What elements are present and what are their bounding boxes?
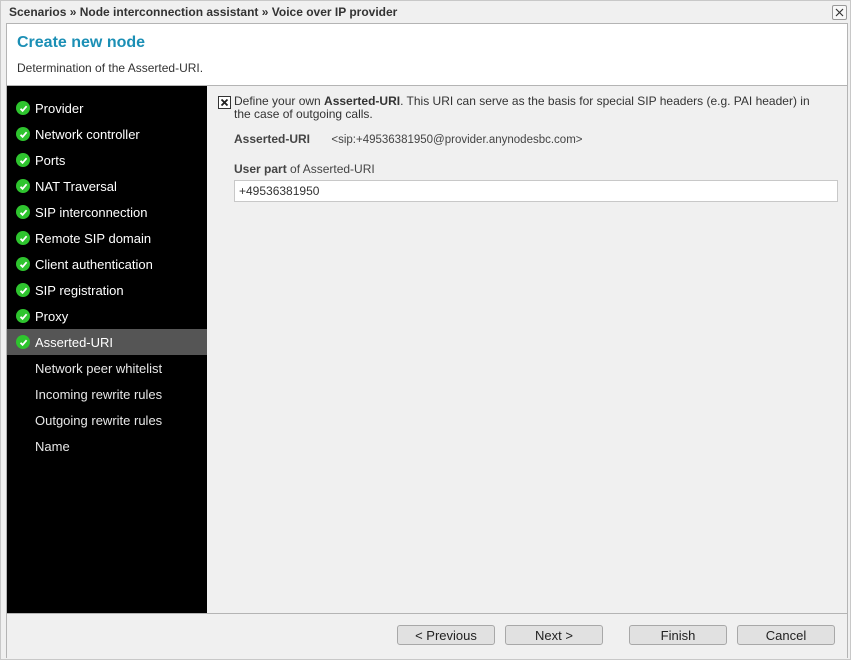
finish-button[interactable]: Finish [629,625,727,645]
asserted-uri-row: Asserted-URI <sip:+49536381950@provider.… [234,132,583,146]
sidebar-item-network-peer-whitelist[interactable]: Network peer whitelist [7,355,207,381]
sidebar-item-label: Ports [35,152,66,168]
step-content: Define your own Asserted-URI. This URI c… [207,86,847,613]
close-icon [835,8,844,17]
sidebar-item-incoming-rewrite-rules[interactable]: Incoming rewrite rules [7,381,207,407]
close-button[interactable] [832,5,847,20]
checkbox-label-prefix: Define your own [234,94,325,108]
sidebar-item-label: Incoming rewrite rules [35,386,163,402]
sidebar-item-label: NAT Traversal [35,178,117,194]
asserted-uri-value: <sip:+49536381950@provider.anynodesbc.co… [331,134,583,146]
sidebar-item-name[interactable]: Name [7,433,207,459]
check-circle-icon [16,205,30,219]
page-subtitle: Determination of the Asserted-URI. [17,61,204,75]
check-circle-icon [16,179,30,193]
breadcrumb: Scenarios » Node interconnection assista… [9,5,398,19]
checkbox-x-icon [220,98,229,107]
user-part-label: User part of Asserted-URI [234,162,375,176]
check-circle-icon [16,153,30,167]
sidebar-item-asserted-uri[interactable]: Asserted-URI [7,329,207,355]
sidebar-item-client-authentication[interactable]: Client authentication [7,251,207,277]
previous-button[interactable]: < Previous [397,625,495,645]
sidebar-item-label: Network controller [35,126,140,142]
wizard-dialog: Scenarios » Node interconnection assista… [0,0,851,660]
check-circle-icon [16,231,30,245]
sidebar-item-nat-traversal[interactable]: NAT Traversal [7,173,207,199]
user-part-label-bold: User part [234,162,287,176]
cancel-button[interactable]: Cancel [737,625,835,645]
user-part-label-rest: of Asserted-URI [286,162,375,176]
sidebar-item-sip-registration[interactable]: SIP registration [7,277,207,303]
define-asserted-uri-checkbox[interactable] [218,96,231,109]
sidebar-item-label: SIP registration [35,282,124,298]
checkbox-label-bold: Asserted-URI [324,94,401,108]
sidebar-item-outgoing-rewrite-rules[interactable]: Outgoing rewrite rules [7,407,207,433]
check-circle-icon [16,309,30,323]
sidebar-item-label: Network peer whitelist [35,360,163,376]
wizard-footer: < Previous Next > Finish Cancel [7,613,847,658]
sidebar-item-label: Provider [35,100,84,116]
asserted-uri-label: Asserted-URI [234,132,311,146]
sidebar-item-ports[interactable]: Ports [7,147,207,173]
title-bar: Scenarios » Node interconnection assista… [1,1,850,23]
steps-sidebar: Provider Network controller Ports NAT Trave… [7,86,207,613]
check-circle-icon [16,127,30,141]
check-circle-icon [16,283,30,297]
user-part-input[interactable] [234,180,838,202]
sidebar-item-label: Name [35,438,70,454]
sidebar-item-label: Proxy [35,308,69,324]
check-circle-icon [16,101,30,115]
sidebar-item-label: Client authentication [35,256,153,272]
sidebar-item-sip-interconnection[interactable]: SIP interconnection [7,199,207,225]
sidebar-item-remote-sip-domain[interactable]: Remote SIP domain [7,225,207,251]
sidebar-item-proxy[interactable]: Proxy [7,303,207,329]
check-circle-icon [16,257,30,271]
sidebar-item-network-controller[interactable]: Network controller [7,121,207,147]
sidebar-item-label: Outgoing rewrite rules [35,412,163,428]
sidebar-item-label: Remote SIP domain [35,230,152,246]
sidebar-item-label: SIP interconnection [35,204,148,220]
next-button[interactable]: Next > [505,625,603,645]
checkbox-label: Define your own Asserted-URI. This URI c… [234,95,828,121]
sidebar-item-label: Asserted-URI [35,334,114,350]
define-asserted-uri-option: Define your own Asserted-URI. This URI c… [218,95,828,121]
sidebar-item-provider[interactable]: Provider [7,95,207,121]
wizard-frame: Create new node Determination of the Ass… [6,23,848,658]
wizard-header: Create new node Determination of the Ass… [7,24,847,86]
page-title: Create new node [17,34,146,51]
check-circle-icon [16,335,30,349]
